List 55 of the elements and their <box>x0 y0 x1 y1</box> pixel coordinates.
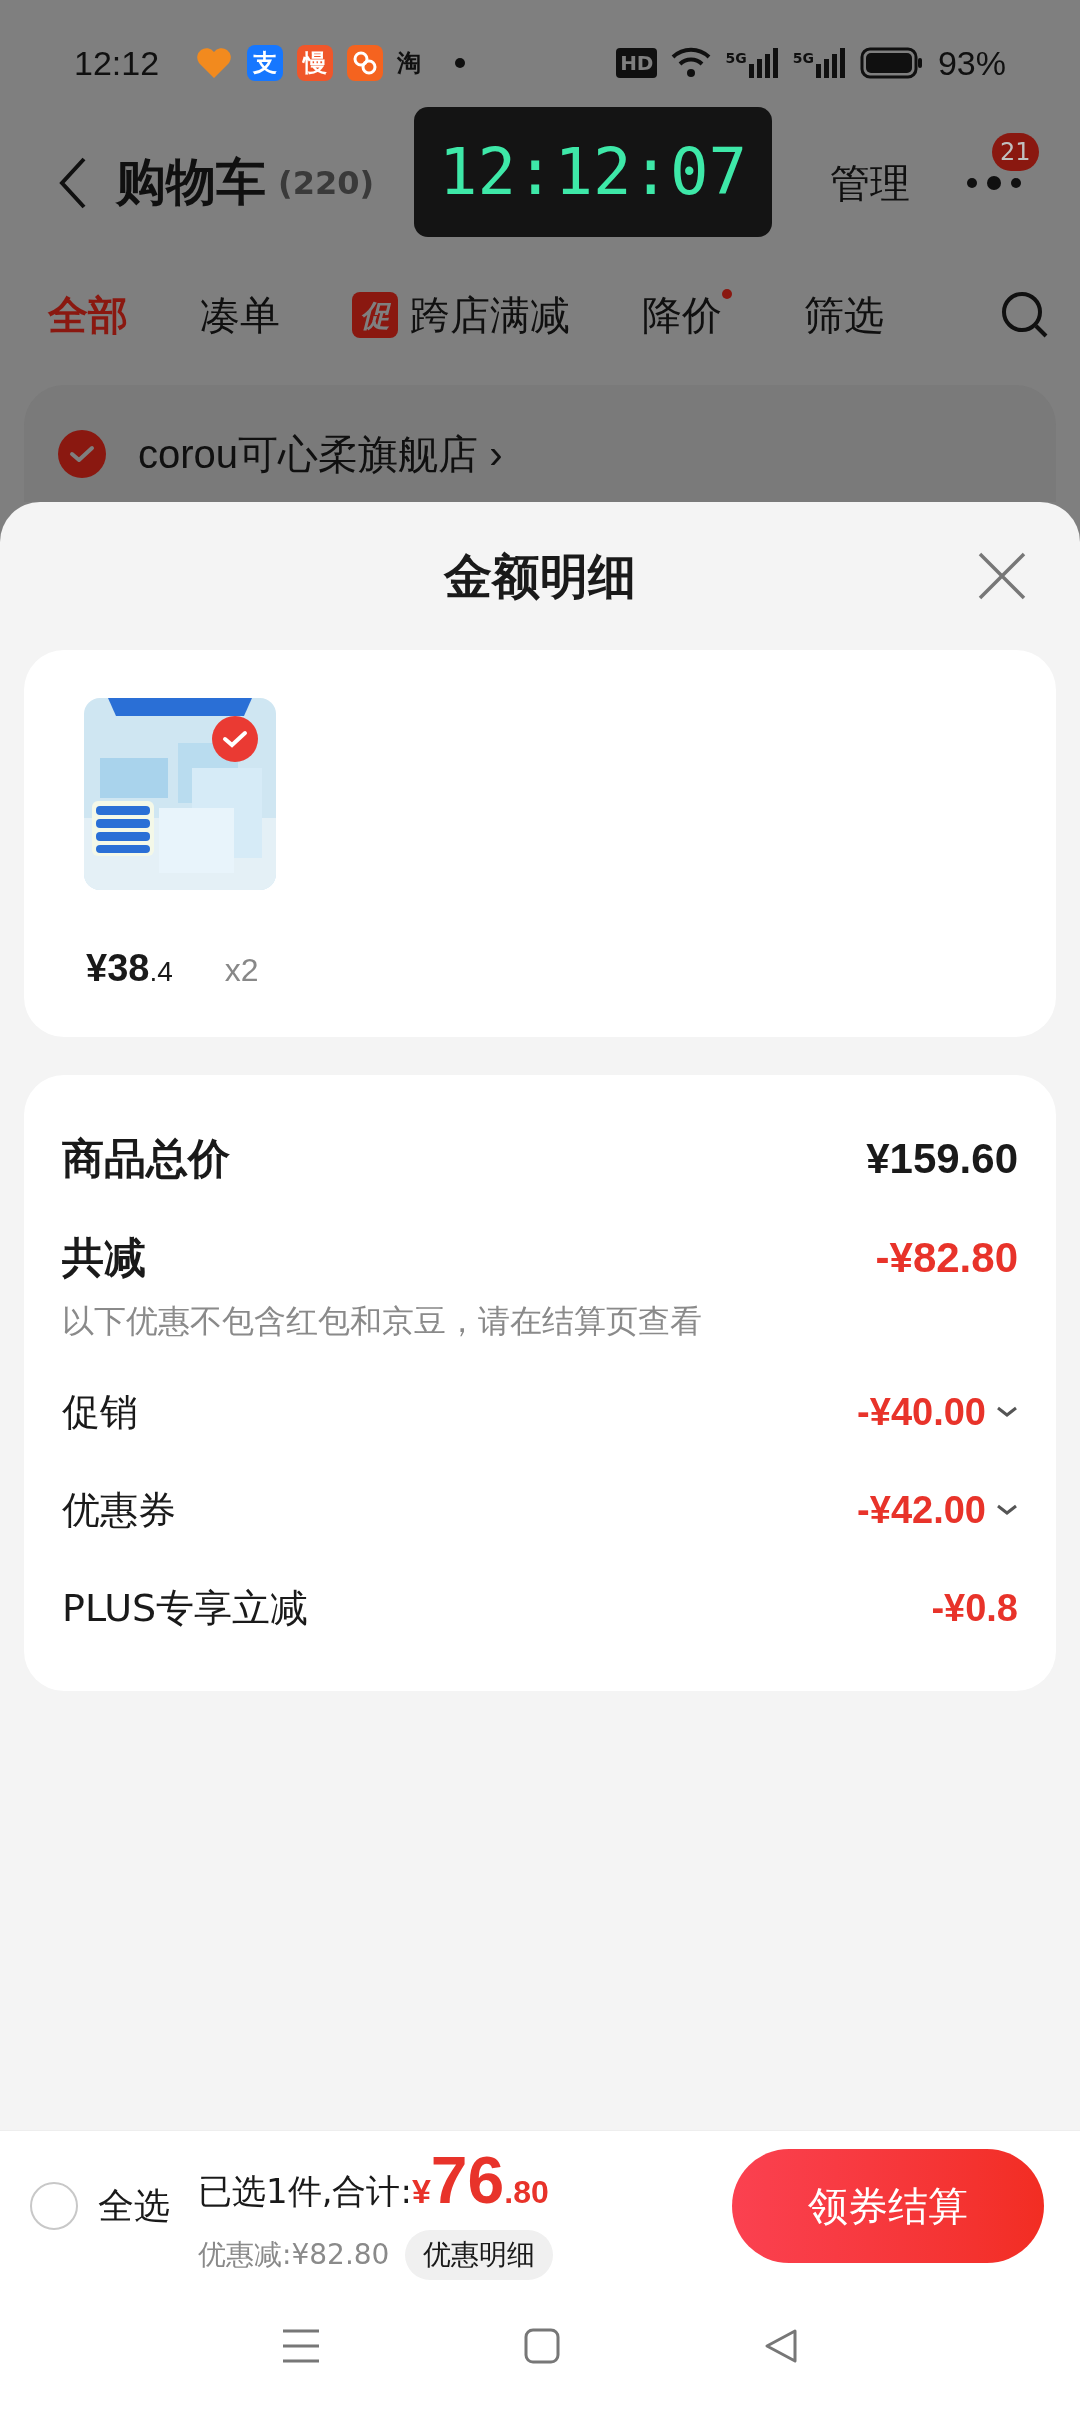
home-icon[interactable] <box>524 2328 560 2364</box>
promo-tag: 促 <box>352 292 398 338</box>
checked-checkbox[interactable] <box>58 429 106 478</box>
summary-value: ¥159.60 <box>866 1134 1018 1184</box>
store-name[interactable]: corou可心柔旗舰店 › <box>138 423 503 484</box>
more-icon[interactable] <box>966 174 1022 191</box>
checkout-button[interactable]: 领券结算 <box>732 2148 1044 2263</box>
app-icon: 慢 <box>297 45 334 81</box>
summary-label: PLUS专享立减 <box>62 1584 309 1632</box>
filter-tab[interactable]: 跨店满减 <box>410 285 570 345</box>
filter-tab[interactable]: 筛选 <box>804 285 884 345</box>
discount-detail-button[interactable]: 优惠明细 <box>405 2230 554 2280</box>
signal-icon <box>748 48 779 78</box>
clock-overlay: 12:12:07 <box>414 107 772 237</box>
chevron-down-icon[interactable] <box>996 1503 1018 1517</box>
select-all-label[interactable]: 全选 <box>98 2178 170 2233</box>
back-icon[interactable] <box>58 156 88 209</box>
summary-label: 共减 <box>62 1232 146 1284</box>
network-label: 5G <box>725 49 747 68</box>
manage-link[interactable]: 管理 <box>830 152 910 213</box>
discount-note: 以下优惠不包含红包和京豆，请在结算页查看 <box>62 1301 703 1342</box>
search-icon[interactable] <box>1000 290 1050 340</box>
filter-tab[interactable]: 凑单 <box>200 285 280 345</box>
check-icon <box>69 443 95 464</box>
summary-label: 促销 <box>62 1388 138 1436</box>
summary-label: 优惠券 <box>62 1486 176 1534</box>
menu-icon[interactable] <box>281 2328 322 2364</box>
summary-label: 商品总价 <box>62 1133 230 1185</box>
page-title: 购物车 <box>116 152 266 213</box>
total-price: ¥76.80 <box>411 2142 549 2219</box>
summary-value: -¥40.00 <box>857 1389 986 1435</box>
summary-value: -¥42.00 <box>857 1487 986 1533</box>
selected-summary: 已选1件,合计: <box>198 2170 412 2213</box>
item-quantity: x2 <box>224 951 259 990</box>
summary-value: -¥0.8 <box>931 1585 1018 1631</box>
sheet-title: 金额明细 <box>444 547 636 606</box>
battery-icon <box>859 47 924 79</box>
cart-count: (220) <box>278 162 375 204</box>
app-glyph: 淘 <box>397 48 422 79</box>
item-price: ¥38.4 <box>86 946 173 991</box>
discount-amount: 优惠减:¥82.80 <box>198 2237 390 2273</box>
status-time: 12:12 <box>74 42 160 84</box>
back-nav-icon[interactable] <box>762 2328 799 2364</box>
hd-icon: HD <box>616 48 658 78</box>
wifi-icon <box>671 47 712 79</box>
notification-badge: 21 <box>992 132 1039 171</box>
chevron-down-icon[interactable] <box>996 1405 1018 1419</box>
network-label: 5G <box>792 49 814 68</box>
battery-percent: 93% <box>937 42 1006 84</box>
checkbox[interactable] <box>30 2181 78 2230</box>
close-icon[interactable] <box>978 552 1026 600</box>
app-icon: 支 <box>247 45 284 81</box>
summary-value: -¥82.80 <box>875 1233 1018 1283</box>
signal-icon <box>815 48 846 78</box>
filter-tab[interactable]: 降价 <box>642 285 722 345</box>
